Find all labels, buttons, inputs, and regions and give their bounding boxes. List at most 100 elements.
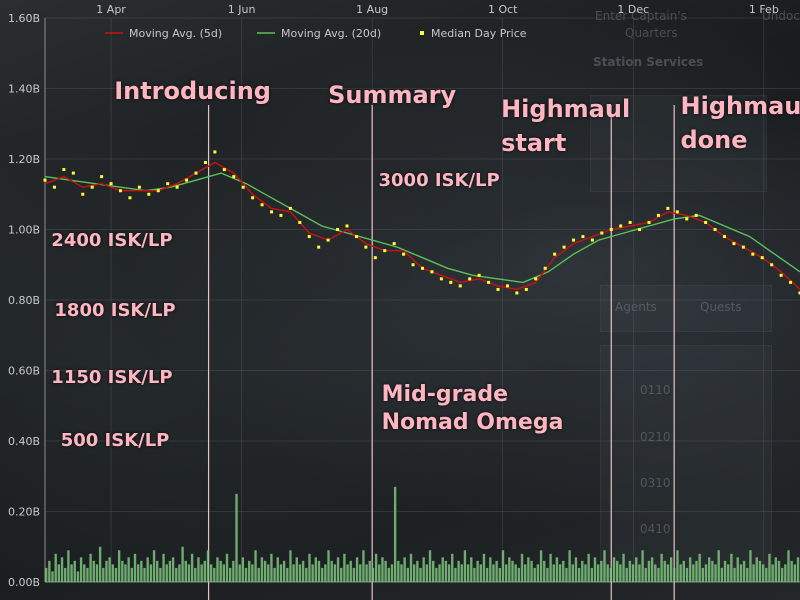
volume-bar (777, 560, 781, 582)
volume-bar (54, 553, 57, 582)
volume-bar (654, 564, 657, 582)
volume-bar (739, 564, 743, 582)
volume-bar (511, 560, 514, 582)
median-point (175, 185, 179, 189)
volume-bar (419, 567, 422, 582)
volume-bar (406, 567, 410, 582)
volume-bar (730, 553, 733, 582)
volume-bar (628, 560, 632, 582)
volume-bar (117, 550, 121, 582)
volume-bar (622, 553, 625, 582)
volume-bar (98, 546, 102, 582)
volume-bar (517, 567, 521, 582)
volume-bar (86, 567, 89, 582)
volume-bar (485, 567, 489, 582)
volume-bar (282, 560, 286, 582)
volume-bar (619, 564, 622, 582)
volume-bar (311, 564, 314, 582)
volume-bar (650, 557, 654, 582)
median-point (723, 235, 726, 239)
median-point (458, 284, 462, 288)
volume-bar (146, 557, 149, 582)
volume-bar (248, 560, 251, 582)
volume-bar (194, 567, 197, 582)
volume-bar (133, 553, 137, 582)
volume-bar (181, 546, 184, 582)
volume-bar (466, 564, 470, 582)
volume-bar (546, 567, 549, 582)
volume-bar (327, 550, 330, 582)
median-point (524, 287, 528, 291)
volume-bar (225, 553, 229, 582)
volume-bar (565, 567, 568, 582)
median-point (156, 189, 160, 193)
volume-bar (666, 564, 670, 582)
volume-bar (384, 560, 387, 582)
median-point (251, 196, 255, 200)
volume-bar (482, 553, 486, 582)
volume-bar (704, 564, 708, 582)
median-point (411, 263, 415, 267)
median-point (279, 213, 283, 217)
median-point (619, 224, 623, 228)
volume-bar (660, 553, 663, 582)
volume-bar (219, 560, 222, 582)
volume-bar (768, 553, 771, 582)
volume-bar (685, 567, 689, 582)
x-tick-label: 1 Oct (488, 3, 518, 16)
median-point (487, 280, 491, 284)
volume-bar (156, 560, 159, 582)
median-point (213, 150, 217, 154)
median-point (128, 196, 132, 200)
median-point (100, 175, 104, 179)
volume-bar (593, 557, 597, 582)
volume-bar (676, 550, 679, 582)
volume-bar (533, 567, 536, 582)
annotation-label: 3000 ISK/LP (378, 169, 500, 191)
volume-bar (476, 560, 479, 582)
volume-bar (371, 567, 375, 582)
median-point (477, 273, 481, 277)
median-point (468, 277, 472, 281)
median-point (383, 249, 387, 253)
y-tick-label: 0.00B (8, 576, 40, 589)
volume-bar (387, 567, 390, 582)
volume-bar (381, 557, 384, 582)
volume-bar (736, 557, 739, 582)
volume-bar (397, 560, 400, 582)
median-point (81, 192, 85, 196)
volume-bar (203, 560, 206, 582)
volume-bar (305, 567, 308, 582)
volume-bar (241, 557, 245, 582)
volume-bar (374, 553, 378, 582)
volume-bar (114, 567, 118, 582)
volume-bar (584, 564, 587, 582)
volume-bar (416, 560, 419, 582)
volume-bar (492, 564, 495, 582)
volume-bar (359, 564, 362, 582)
volume-bar (298, 564, 302, 582)
volume-bar (495, 560, 498, 582)
volume-bar (574, 557, 578, 582)
volume-bar (92, 560, 95, 582)
volume-bar (733, 567, 736, 582)
median-point (770, 263, 774, 267)
median-point (600, 231, 604, 235)
median-point (71, 171, 75, 175)
median-point (203, 161, 207, 165)
volume-bar (780, 567, 784, 582)
volume-bar (796, 557, 800, 582)
volume-bar (723, 560, 727, 582)
median-point (496, 287, 500, 291)
volume-bar (441, 557, 444, 582)
volume-bar (124, 564, 127, 582)
median-point (675, 210, 679, 214)
volume-bar (251, 564, 254, 582)
volume-bar (267, 564, 270, 582)
volume-bar (393, 486, 397, 582)
volume-bar (279, 564, 283, 582)
volume-bar (520, 553, 524, 582)
volume-bar (609, 567, 613, 582)
volume-bar (127, 557, 130, 582)
volume-bar (568, 550, 571, 582)
